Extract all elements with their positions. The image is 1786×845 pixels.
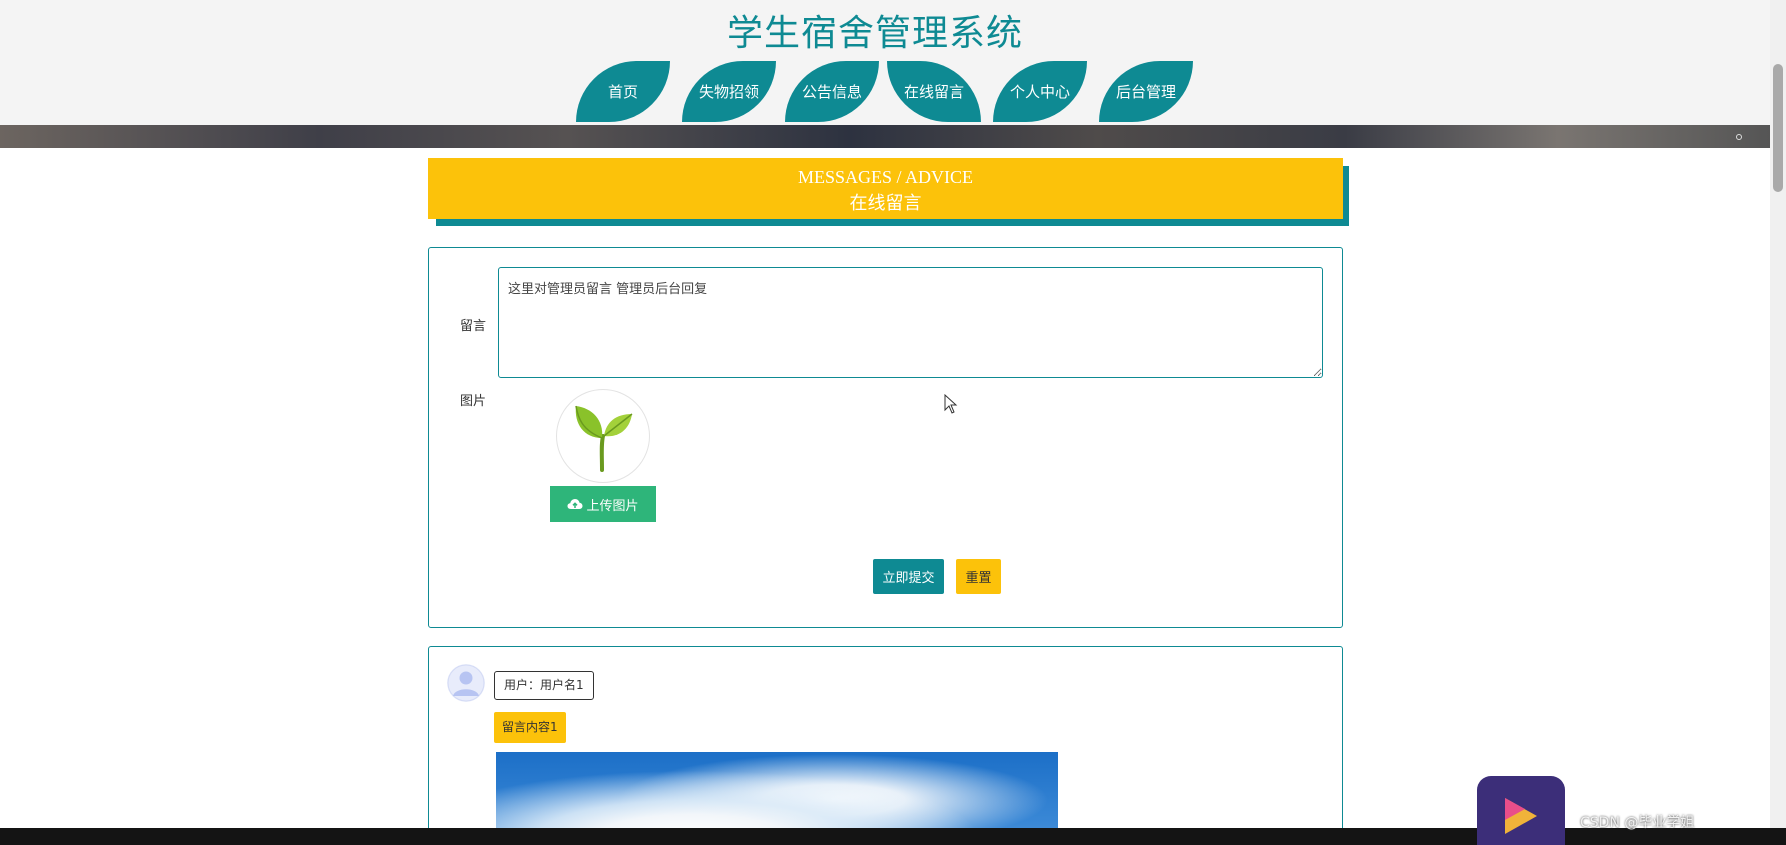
nav-lost-found[interactable]: 失物招领 <box>682 61 776 122</box>
carousel-dot[interactable] <box>1736 134 1742 140</box>
upload-image-button[interactable]: 上传图片 <box>550 486 656 522</box>
image-label: 图片 <box>460 394 487 409</box>
section-title-en: MESSAGES / ADVICE <box>797 167 974 187</box>
header: 学生宿舍管理系统 首页 失物招领 公告信息 在线留言 个人中心 后台管理 <box>0 0 1770 125</box>
cloud-upload-icon <box>567 499 583 509</box>
mouse-cursor-icon <box>944 394 958 414</box>
message-label: 留言 <box>460 319 487 334</box>
message-content: 留言内容1 <box>494 712 566 743</box>
user-avatar-icon <box>447 664 485 702</box>
page: 学生宿舍管理系统 首页 失物招领 公告信息 在线留言 个人中心 后台管理 MES… <box>0 0 1786 845</box>
scroll-thumb[interactable] <box>1773 64 1783 192</box>
message-user: 用户：用户名1 <box>494 671 594 700</box>
nav-home[interactable]: 首页 <box>576 61 670 122</box>
sprout-icon <box>575 405 633 472</box>
player-logo-icon <box>1477 776 1565 845</box>
nav-online-message[interactable]: 在线留言 <box>887 61 981 122</box>
section-heading: MESSAGES / ADVICE 在线留言 <box>428 158 1343 219</box>
vertical-scrollbar[interactable] <box>1770 0 1786 828</box>
reset-button[interactable]: 重置 <box>956 559 1001 594</box>
message-input[interactable]: 这里对管理员留言 管理员后台回复 <box>498 267 1323 378</box>
nav-personal-center[interactable]: 个人中心 <box>993 61 1087 122</box>
section-title-cn: 在线留言 <box>849 193 922 213</box>
upload-button-label: 上传图片 <box>586 498 639 514</box>
image-preview[interactable] <box>556 389 650 483</box>
watermark: CSDN @毕业学姐 <box>1580 815 1695 831</box>
nav-admin[interactable]: 后台管理 <box>1099 61 1193 122</box>
banner-image <box>0 125 1770 148</box>
message-form: 留言 这里对管理员留言 管理员后台回复 图片 上传图片 立即提交 重置 <box>428 247 1343 628</box>
nav-announcements[interactable]: 公告信息 <box>785 61 879 122</box>
main-nav: 首页 失物招领 公告信息 在线留言 个人中心 后台管理 <box>0 61 1786 123</box>
message-list: 用户：用户名1 留言内容1 <box>428 646 1343 845</box>
site-title: 学生宿舍管理系统 <box>726 13 1023 54</box>
submit-button[interactable]: 立即提交 <box>873 559 944 594</box>
